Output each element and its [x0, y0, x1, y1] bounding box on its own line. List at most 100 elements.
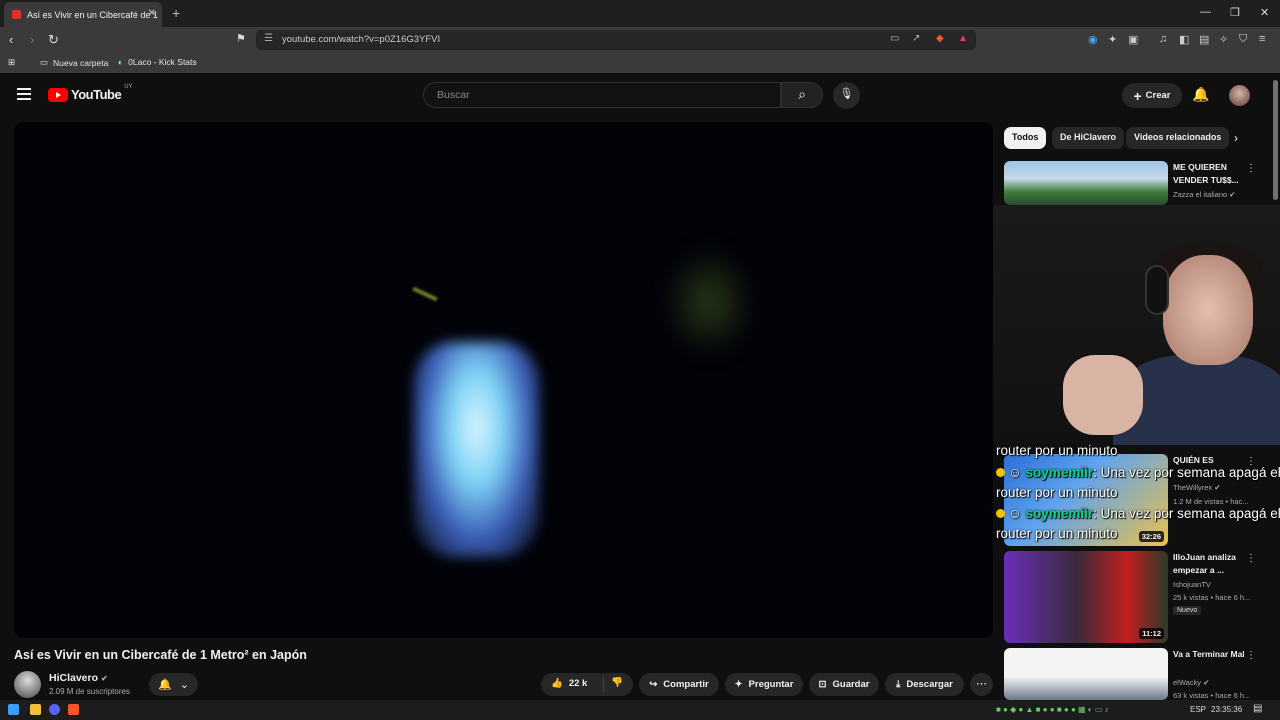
recommendation-meta: 63 k vistas • hace 6 h...: [1173, 691, 1251, 700]
new-tab-button[interactable]: +: [172, 5, 180, 21]
subscriber-count: 2.09 M de suscriptores: [49, 687, 130, 696]
youtube-favicon-icon: [12, 10, 21, 19]
forward-icon[interactable]: ›: [30, 32, 34, 47]
bookmark-kick-stats[interactable]: ◐ 0Laco - Kick Stats: [118, 57, 197, 67]
leo-icon[interactable]: ✧: [1219, 33, 1228, 46]
brave-browser-icon[interactable]: [68, 704, 79, 715]
recommendation-item[interactable]: 11:12 IlloJuan analiza empezar a ... Ish…: [1004, 551, 1278, 643]
download-button[interactable]: ⤓ Descargar: [885, 673, 964, 696]
vpn-icon[interactable]: ⛉: [1239, 33, 1247, 46]
more-options-icon[interactable]: ⋮: [1246, 650, 1256, 661]
channel-avatar[interactable]: [14, 671, 41, 698]
music-icon[interactable]: ♫: [1159, 33, 1167, 45]
divider: [603, 677, 604, 692]
subscription-bell-button[interactable]: 🔔 ⌄: [149, 673, 198, 696]
reload-icon[interactable]: ↻: [48, 32, 59, 48]
file-explorer-icon[interactable]: [30, 704, 41, 715]
notification-center-icon[interactable]: ▤: [1253, 703, 1262, 714]
back-icon[interactable]: ‹: [9, 32, 13, 47]
like-dislike-group: 👍 22 k 👎: [541, 673, 633, 696]
new-badge: Nuevo: [1173, 606, 1202, 615]
youtube-logo[interactable]: YouTube UY: [48, 84, 133, 102]
like-button[interactable]: 👍 22 k: [551, 678, 587, 689]
recommendation-channel[interactable]: Zazza el italiano ✔: [1173, 190, 1236, 199]
reader-icon[interactable]: ▣: [1128, 33, 1138, 46]
address-bar[interactable]: ☰ youtube.com/watch?v=p0Z16G3YFVI ▭ ↗ ◆ …: [256, 30, 976, 50]
brave-shield-icon[interactable]: ◆: [936, 33, 944, 44]
site-settings-icon[interactable]: ☰: [264, 33, 273, 44]
chevron-right-icon[interactable]: ›: [1234, 131, 1238, 145]
os-taskbar: ■ ● ◆ ● ▲ ■ ● ● ■ ● ● ▦ ◐ ▭ ♪ ESP 23:35:…: [0, 700, 1280, 720]
more-options-icon[interactable]: ⋮: [1246, 163, 1256, 174]
chat-username: soymemiir: [1025, 465, 1094, 480]
cast-icon[interactable]: ▭: [890, 33, 899, 44]
close-window-icon[interactable]: ✕: [1260, 6, 1269, 19]
thumbs-up-icon: 👍: [551, 678, 563, 689]
voice-search-button[interactable]: 🎙: [833, 82, 860, 109]
keyboard-language[interactable]: ESP: [1190, 705, 1206, 714]
windows-start-icon[interactable]: [8, 704, 19, 715]
recommendation-item[interactable]: Va a Terminar Mal elWacky ✔ 63 k vistas …: [1004, 648, 1278, 700]
video-frame-light: [664, 247, 754, 357]
search-input[interactable]: Buscar: [423, 82, 781, 108]
minimize-icon[interactable]: —: [1200, 6, 1211, 18]
download-icon: ⤓: [896, 679, 901, 690]
extensions-icon[interactable]: ✦: [1108, 33, 1117, 46]
chat-overlay-line: router por un minuto: [996, 485, 1118, 500]
share-icon: ↪: [649, 679, 658, 690]
chevron-down-icon: ⌄: [179, 679, 189, 691]
share-label: Compartir: [663, 679, 709, 690]
sidebar-icon[interactable]: ◧: [1179, 33, 1189, 46]
recommendation-channel[interactable]: elWacky ✔: [1173, 678, 1209, 687]
share-icon[interactable]: ↗: [912, 33, 920, 44]
kick-icon: ◐: [118, 57, 124, 67]
chat-username: soymemiir: [1025, 506, 1094, 521]
hamburger-menu-icon[interactable]: [17, 88, 31, 103]
more-actions-button[interactable]: ⋯: [970, 673, 993, 696]
chip-from-channel[interactable]: De HiClavero: [1052, 127, 1125, 149]
more-options-icon[interactable]: ⋮: [1246, 553, 1256, 564]
video-player[interactable]: [14, 122, 993, 638]
badge-icon: [996, 509, 1005, 518]
recommendation-channel[interactable]: IshojuanTV: [1173, 580, 1211, 589]
dislike-button[interactable]: 👎: [611, 677, 623, 688]
chip-related[interactable]: Videos relacionados: [1126, 127, 1230, 149]
wallet-icon[interactable]: ▤: [1199, 33, 1209, 46]
chip-all[interactable]: Todos: [1004, 127, 1047, 149]
clock[interactable]: 23:35:36: [1211, 705, 1242, 714]
browser-tab[interactable]: Así es Vivir en un Cibercafé de 1 ✕: [4, 2, 162, 27]
restore-icon[interactable]: ❐: [1230, 6, 1240, 19]
notifications-icon[interactable]: 🔔: [1192, 86, 1209, 103]
discord-icon[interactable]: [49, 704, 60, 715]
apps-icon[interactable]: ⊞: [8, 57, 15, 68]
create-button[interactable]: + Crear: [1122, 83, 1182, 108]
tray-icons[interactable]: ■ ● ◆ ● ▲ ■ ● ● ■ ● ● ▦ ◐ ▭ ♪: [996, 705, 1109, 714]
video-title: Así es Vivir en un Cibercafé de 1 Metro²…: [14, 648, 307, 662]
video-thumbnail[interactable]: [1004, 648, 1168, 700]
brave-rewards-icon[interactable]: ▲: [958, 33, 968, 44]
share-button[interactable]: ↪ Compartir: [639, 673, 719, 696]
bookmark-folder[interactable]: ▭ Nueva carpeta: [40, 57, 108, 68]
youtube-play-icon: [48, 87, 68, 102]
save-button[interactable]: ⊡ Guardar: [809, 673, 879, 696]
channel-name[interactable]: HiClavero ✔: [49, 672, 108, 684]
menu-icon[interactable]: ≡: [1259, 33, 1265, 45]
audio-icon[interactable]: ◉: [1088, 33, 1098, 46]
video-duration: 11:12: [1139, 628, 1164, 639]
video-thumbnail[interactable]: 11:12: [1004, 551, 1168, 643]
headphones-icon: [1145, 265, 1169, 315]
streamer-hand: [1063, 355, 1143, 435]
video-thumbnail[interactable]: [1004, 161, 1168, 205]
bookmark-icon[interactable]: ⚑: [236, 32, 246, 45]
recommendation-channel[interactable]: TheWillyrex ✔: [1173, 483, 1221, 492]
ask-button[interactable]: ✦ Preguntar: [725, 673, 803, 696]
recommendation-item[interactable]: ME QUIEREN VENDER TU$$... Zazza el itali…: [1004, 161, 1278, 205]
bookmark-label: Nueva carpeta: [53, 57, 109, 68]
video-duration: 32:26: [1138, 531, 1164, 542]
close-tab-icon[interactable]: ✕: [148, 8, 156, 19]
url-text[interactable]: youtube.com/watch?v=p0Z16G3YFVI: [282, 34, 440, 45]
user-avatar[interactable]: [1229, 85, 1250, 106]
search-button[interactable]: ⌕: [781, 82, 823, 108]
verified-icon: ✔: [1203, 678, 1210, 687]
chat-overlay-line: router por un minuto: [996, 526, 1118, 541]
